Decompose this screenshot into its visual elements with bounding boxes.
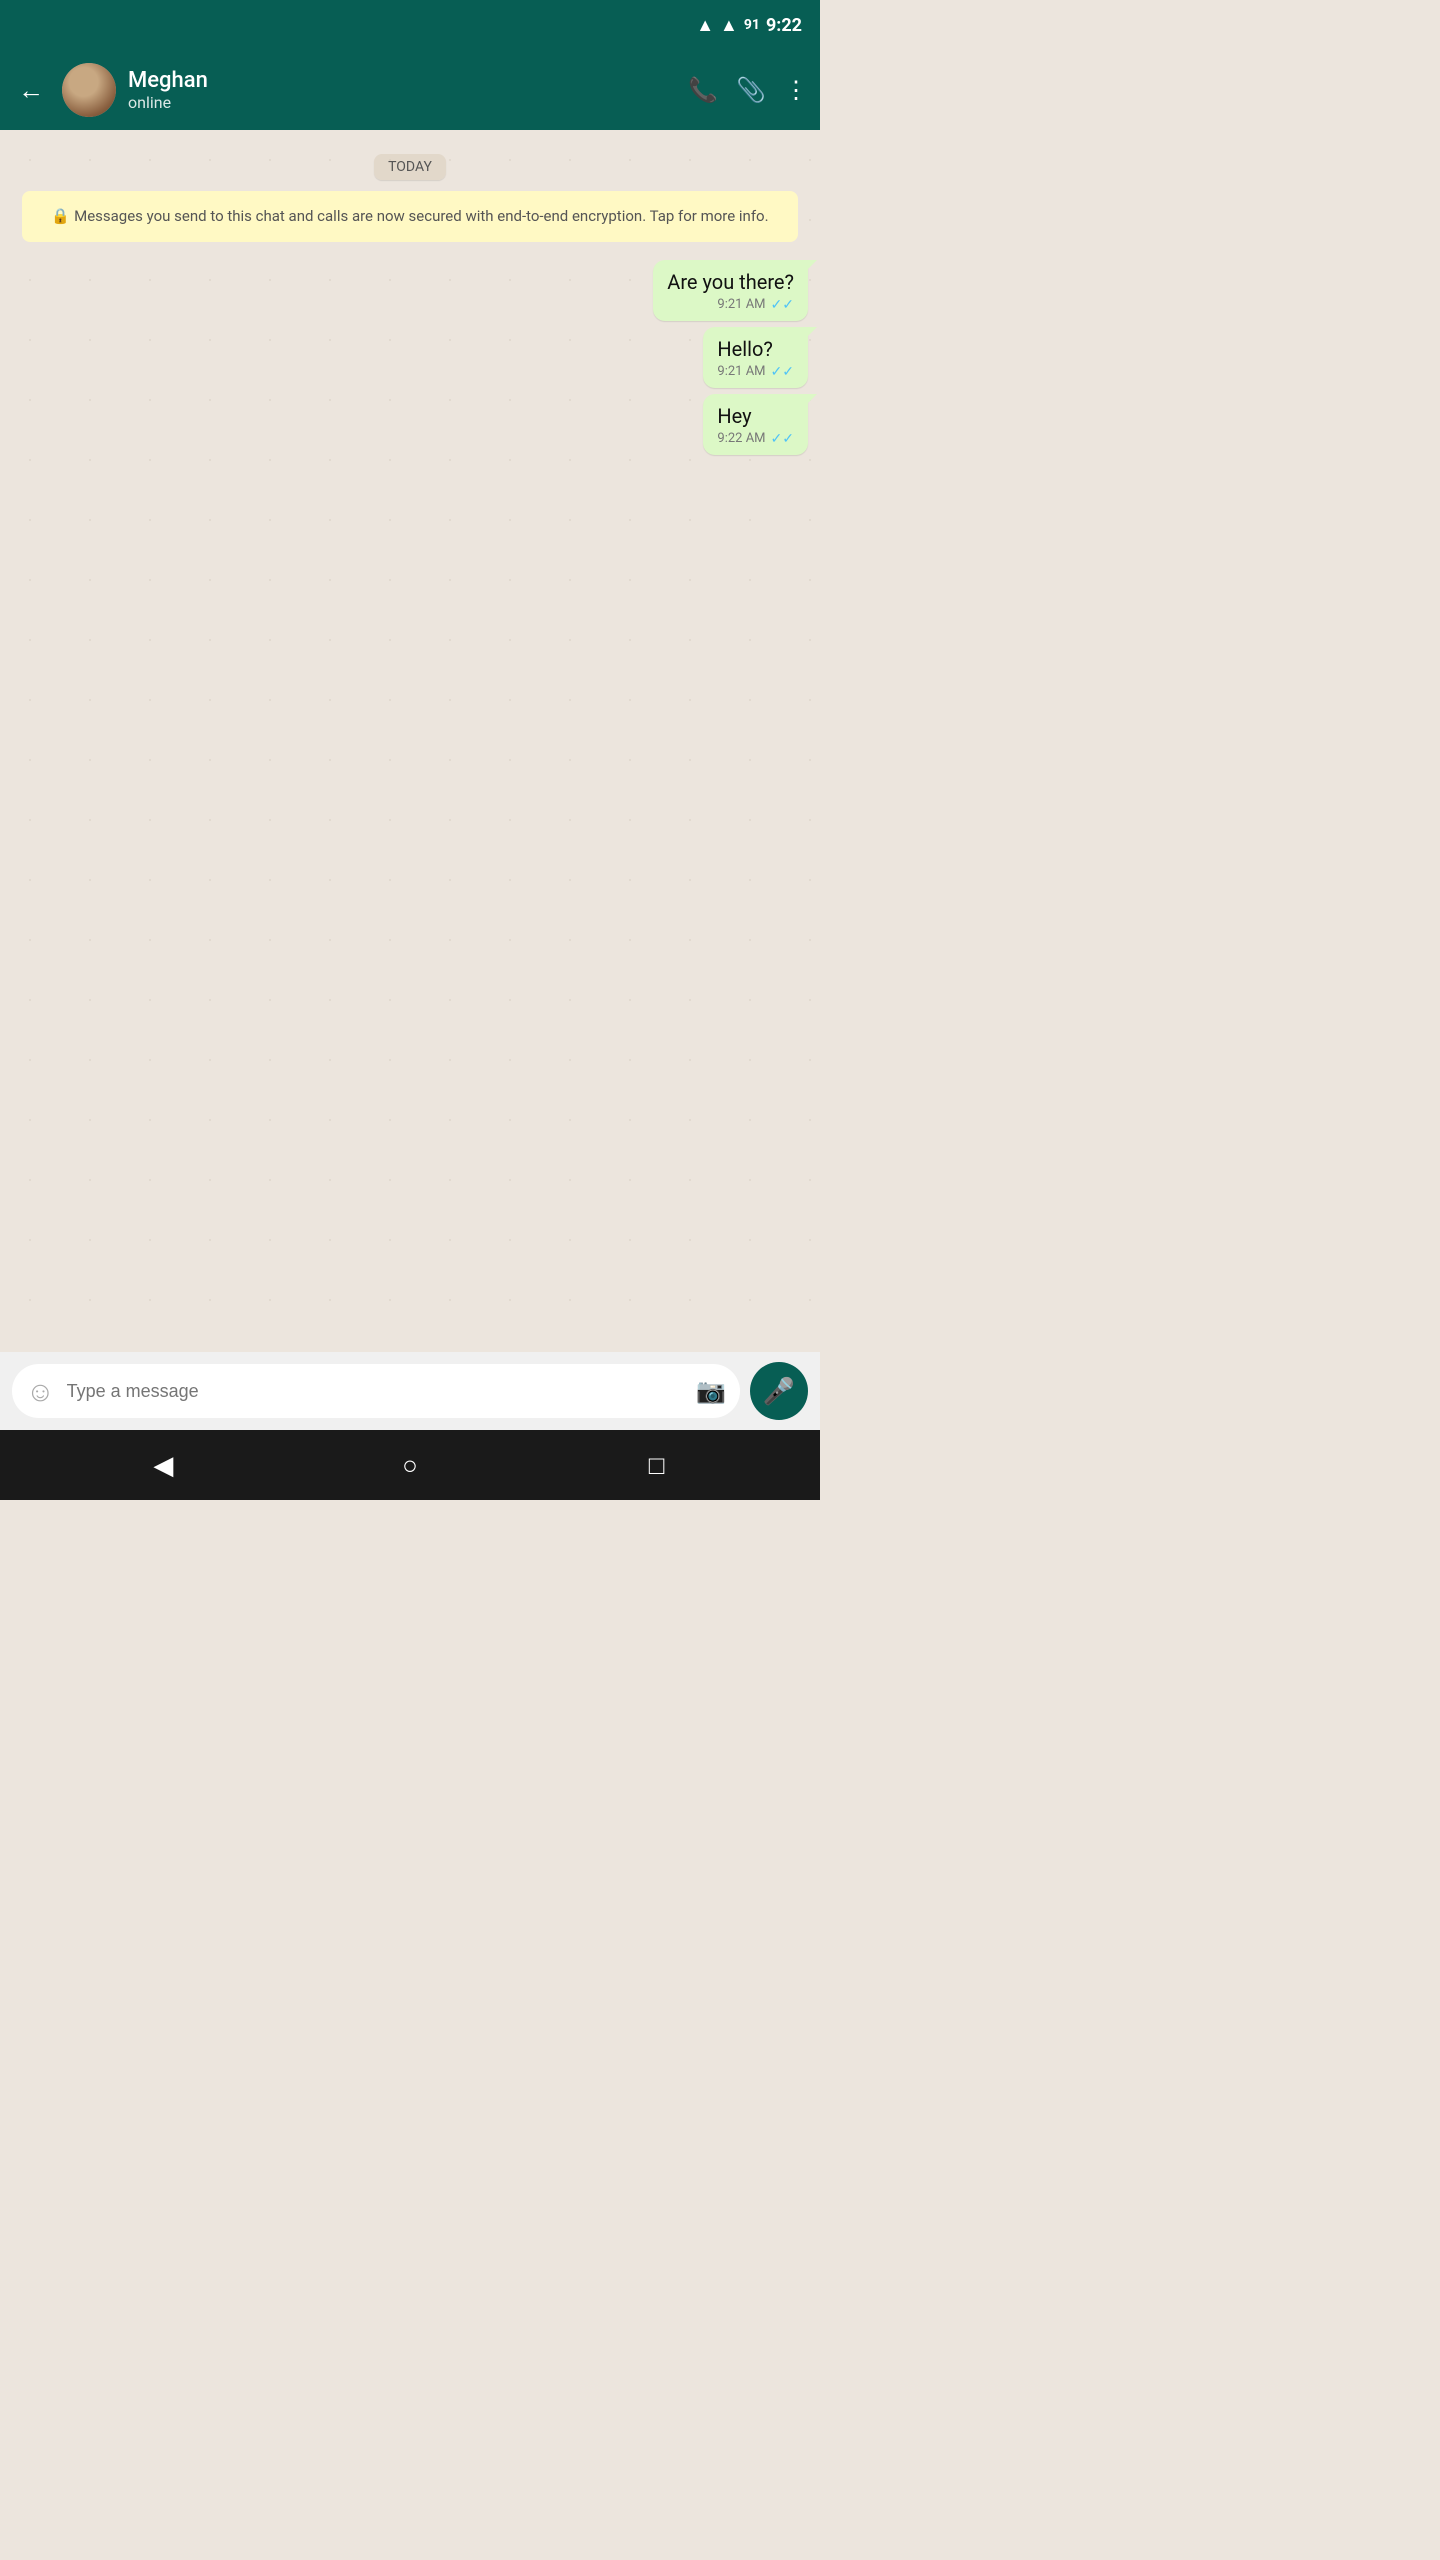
input-bar: ☺ 📷 🎤 (0, 1352, 820, 1430)
emoji-icon[interactable]: ☺ (26, 1375, 55, 1408)
chat-area: TODAY 🔒Messages you send to this chat an… (0, 130, 820, 1352)
message-bubble: Hello? 9:21 AM ✓✓ (703, 327, 808, 388)
message-text: Are you there? (667, 270, 794, 294)
double-tick-icon: ✓✓ (771, 297, 794, 313)
nav-recent-button[interactable]: □ (632, 1440, 682, 1490)
messages-container: Are you there? 9:21 AM ✓✓ Hello? 9:21 AM… (12, 260, 808, 455)
message-meta: 9:22 AM ✓✓ (717, 431, 794, 447)
message-time: 9:21 AM (717, 297, 765, 312)
double-tick-icon: ✓✓ (771, 431, 794, 447)
avatar-image (62, 63, 116, 117)
input-box: ☺ 📷 (12, 1364, 740, 1418)
mic-button[interactable]: 🎤 (750, 1362, 808, 1420)
message-meta: 9:21 AM ✓✓ (667, 297, 794, 313)
more-options-icon[interactable]: ⋮ (784, 76, 808, 104)
message-bubble: Hey 9:22 AM ✓✓ (703, 394, 808, 455)
camera-icon[interactable]: 📷 (696, 1377, 726, 1405)
encryption-notice[interactable]: 🔒Messages you send to this chat and call… (22, 191, 798, 242)
message-bubble: Are you there? 9:21 AM ✓✓ (653, 260, 808, 321)
status-icons: ▲ ▲ 91 9:22 (696, 15, 802, 36)
contact-info: Meghan online (128, 68, 676, 112)
phone-icon[interactable]: 📞 (688, 76, 718, 104)
lock-icon: 🔒 (51, 207, 70, 225)
nav-home-button[interactable]: ○ (385, 1440, 435, 1490)
message-text: Hello? (717, 337, 794, 361)
mic-icon: 🎤 (763, 1376, 795, 1407)
encryption-text: Messages you send to this chat and calls… (74, 207, 768, 225)
wifi-icon: ▲ (696, 15, 714, 36)
double-tick-icon: ✓✓ (771, 364, 794, 380)
date-badge: TODAY (374, 156, 446, 175)
battery-icon: 91 (744, 17, 760, 33)
avatar[interactable] (62, 63, 116, 117)
nav-bar: ◀ ○ □ (0, 1430, 820, 1500)
contact-status: online (128, 93, 676, 112)
contact-name: Meghan (128, 68, 676, 93)
status-bar: ▲ ▲ 91 9:22 (0, 0, 820, 50)
nav-back-button[interactable]: ◀ (138, 1440, 188, 1490)
signal-icon: ▲ (720, 15, 738, 36)
message-time: 9:21 AM (717, 364, 765, 379)
message-meta: 9:21 AM ✓✓ (717, 364, 794, 380)
message-input[interactable] (67, 1381, 685, 1402)
message-text: Hey (717, 404, 794, 428)
message-time: 9:22 AM (717, 431, 765, 446)
clock: 9:22 (766, 15, 802, 36)
chat-header: ← Meghan online 📞 📎 ⋮ (0, 50, 820, 130)
header-actions: 📞 📎 ⋮ (688, 76, 808, 104)
back-button[interactable]: ← (12, 69, 50, 112)
attachment-icon[interactable]: 📎 (736, 76, 766, 104)
